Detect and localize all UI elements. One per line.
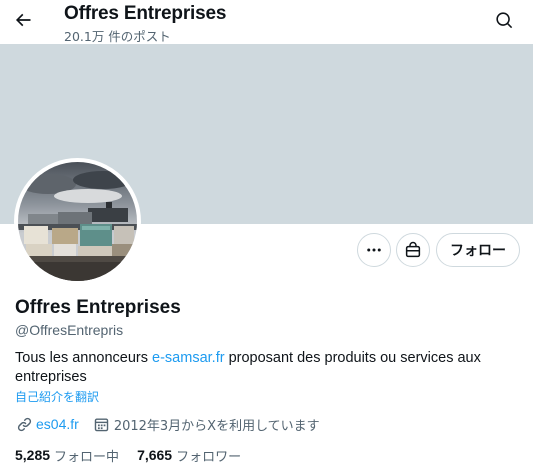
link-icon: [15, 415, 33, 433]
following-stat[interactable]: 5,285 フォロー中: [15, 446, 119, 465]
avatar-image: [18, 162, 137, 281]
follow-button[interactable]: フォロー: [436, 233, 520, 267]
translate-bio-link[interactable]: 自己紹介を翻訳: [15, 388, 99, 405]
more-button[interactable]: [357, 233, 391, 267]
more-icon: [367, 248, 381, 252]
shop-button[interactable]: [396, 233, 430, 267]
profile-meta: es04.fr 2012年3月からXを利用しています: [15, 414, 320, 434]
avatar[interactable]: [14, 158, 141, 285]
back-button[interactable]: [8, 5, 38, 35]
search-icon: [495, 11, 512, 28]
header-title: Offres Entreprises: [64, 3, 227, 24]
display-name: Offres Entreprises: [15, 297, 181, 318]
joined-date: 2012年3月からXを利用しています: [113, 418, 320, 434]
search-button[interactable]: [489, 5, 519, 35]
website-link[interactable]: es04.fr: [36, 416, 79, 432]
post-count: 20.1万 件のポスト: [64, 29, 171, 44]
bio-link[interactable]: e-samsar.fr: [152, 350, 225, 366]
user-handle: @OffresEntrepris: [15, 322, 124, 338]
calendar-icon: [93, 415, 111, 433]
arrow-left-icon: [15, 13, 31, 27]
bio-text-prefix: Tous les annonceurs: [15, 350, 153, 366]
shop-icon: [405, 241, 421, 258]
followers-stat[interactable]: 7,665 フォロワー: [137, 446, 241, 465]
following-label: フォロー中: [54, 449, 120, 465]
top-bar: Offres Entreprises 20.1万 件のポスト: [0, 0, 533, 44]
followers-count: 7,665: [137, 447, 173, 463]
following-count: 5,285: [15, 447, 51, 463]
followers-label: フォロワー: [176, 449, 242, 465]
profile-bio: Tous les annonceurs e-samsar.fr proposan…: [15, 349, 515, 387]
follow-stats: 5,285 フォロー中 7,665 フォロワー: [15, 445, 259, 465]
